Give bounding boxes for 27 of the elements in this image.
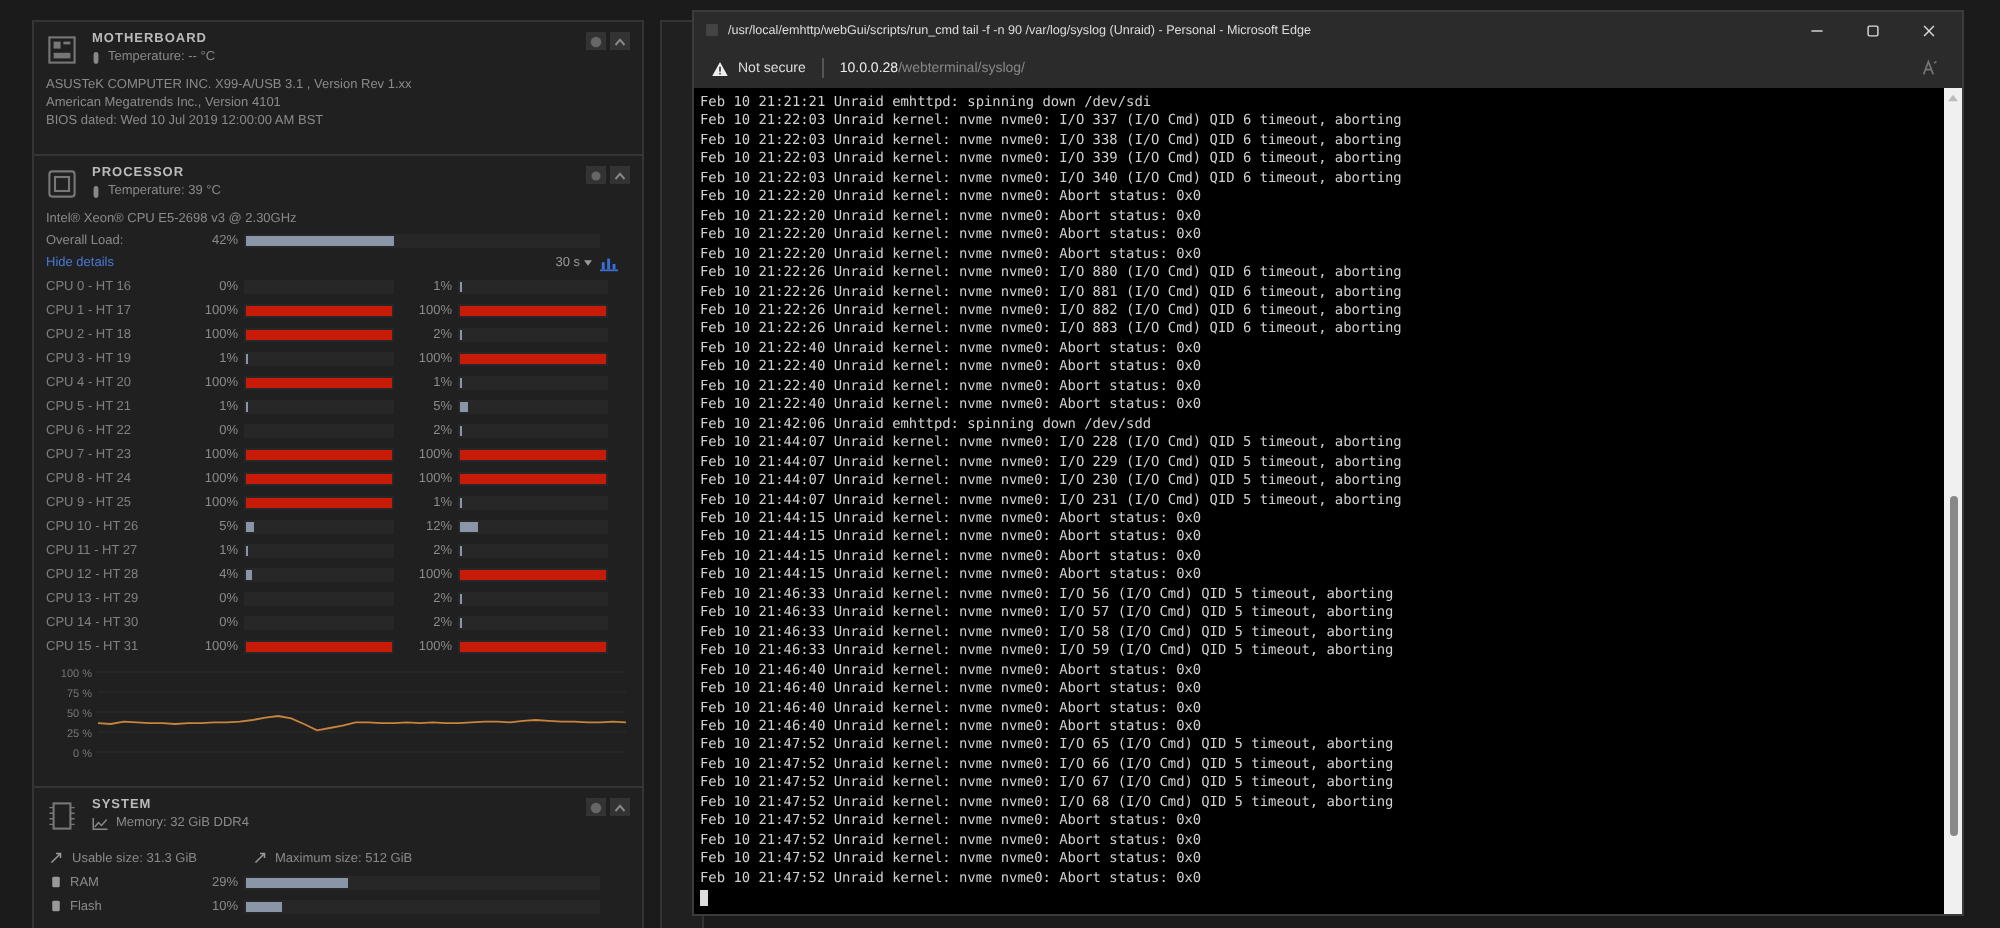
arrow-icon [50, 852, 62, 864]
thermometer-icon [92, 51, 100, 63]
scrollbar-thumb[interactable] [1949, 496, 1957, 836]
read-aloud-icon[interactable] [1922, 60, 1938, 76]
settings-button[interactable] [586, 166, 606, 185]
collapse-button[interactable] [610, 798, 630, 816]
info-button[interactable] [586, 32, 606, 50]
caret-icon [584, 260, 592, 267]
warning-icon [712, 61, 728, 75]
close-icon [1921, 23, 1935, 37]
collapse-button[interactable] [610, 166, 630, 185]
collapse-button[interactable] [610, 32, 630, 50]
arrow-icon [253, 852, 266, 864]
info-button[interactable] [586, 798, 606, 816]
chip-icon [48, 170, 76, 199]
maximize-icon [1865, 23, 1879, 37]
chevron-up-icon [614, 801, 626, 813]
memory-module-icon [48, 802, 76, 830]
scrollbar[interactable] [1944, 88, 1962, 914]
line-chart-icon [92, 817, 108, 829]
bar-chart-icon[interactable] [600, 255, 618, 272]
chevron-up-icon [614, 35, 626, 47]
chevron-up-icon [614, 169, 626, 182]
thermometer-icon [92, 185, 100, 198]
text-cursor [700, 890, 708, 907]
motherboard-icon [48, 36, 76, 64]
app-icon [706, 24, 718, 36]
